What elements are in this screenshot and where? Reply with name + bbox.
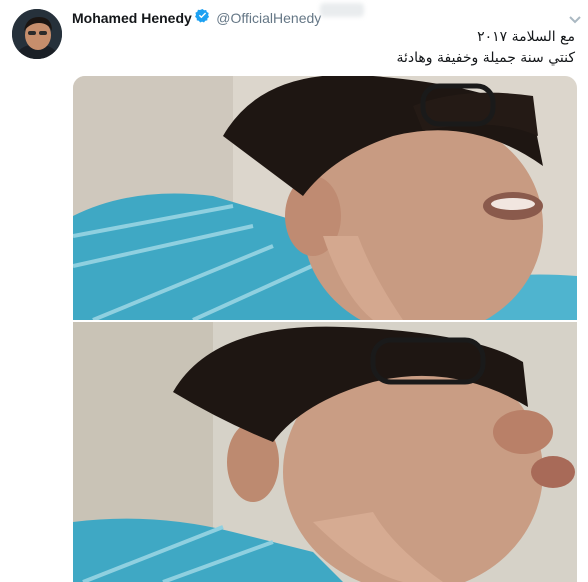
avatar-image: [12, 9, 62, 59]
tweet-header: Mohamed Henedy @OfficialHenedy: [72, 8, 321, 26]
tweet-text-line: كنتي سنة جميلة وخفيفة وهادئة: [396, 50, 575, 66]
photo-image: [73, 322, 577, 582]
redacted-timestamp: [320, 3, 364, 17]
verified-badge-icon: [194, 8, 210, 28]
tweet-text: مع السلامة ٢٠١٧ كنتي سنة جميلة وخفيفة وه…: [105, 27, 575, 69]
media-grid: [73, 76, 577, 582]
tweet-text-line: مع السلامة ٢٠١٧: [477, 29, 575, 45]
author-handle[interactable]: @OfficialHenedy: [216, 10, 321, 26]
author-avatar[interactable]: [12, 9, 62, 59]
tweet: Mohamed Henedy @OfficialHenedy مع السلام…: [0, 0, 588, 582]
photo-image: [73, 76, 577, 320]
author-display-name[interactable]: Mohamed Henedy: [72, 10, 192, 26]
tweet-photo[interactable]: [73, 322, 577, 582]
tweet-photo[interactable]: [73, 76, 577, 320]
